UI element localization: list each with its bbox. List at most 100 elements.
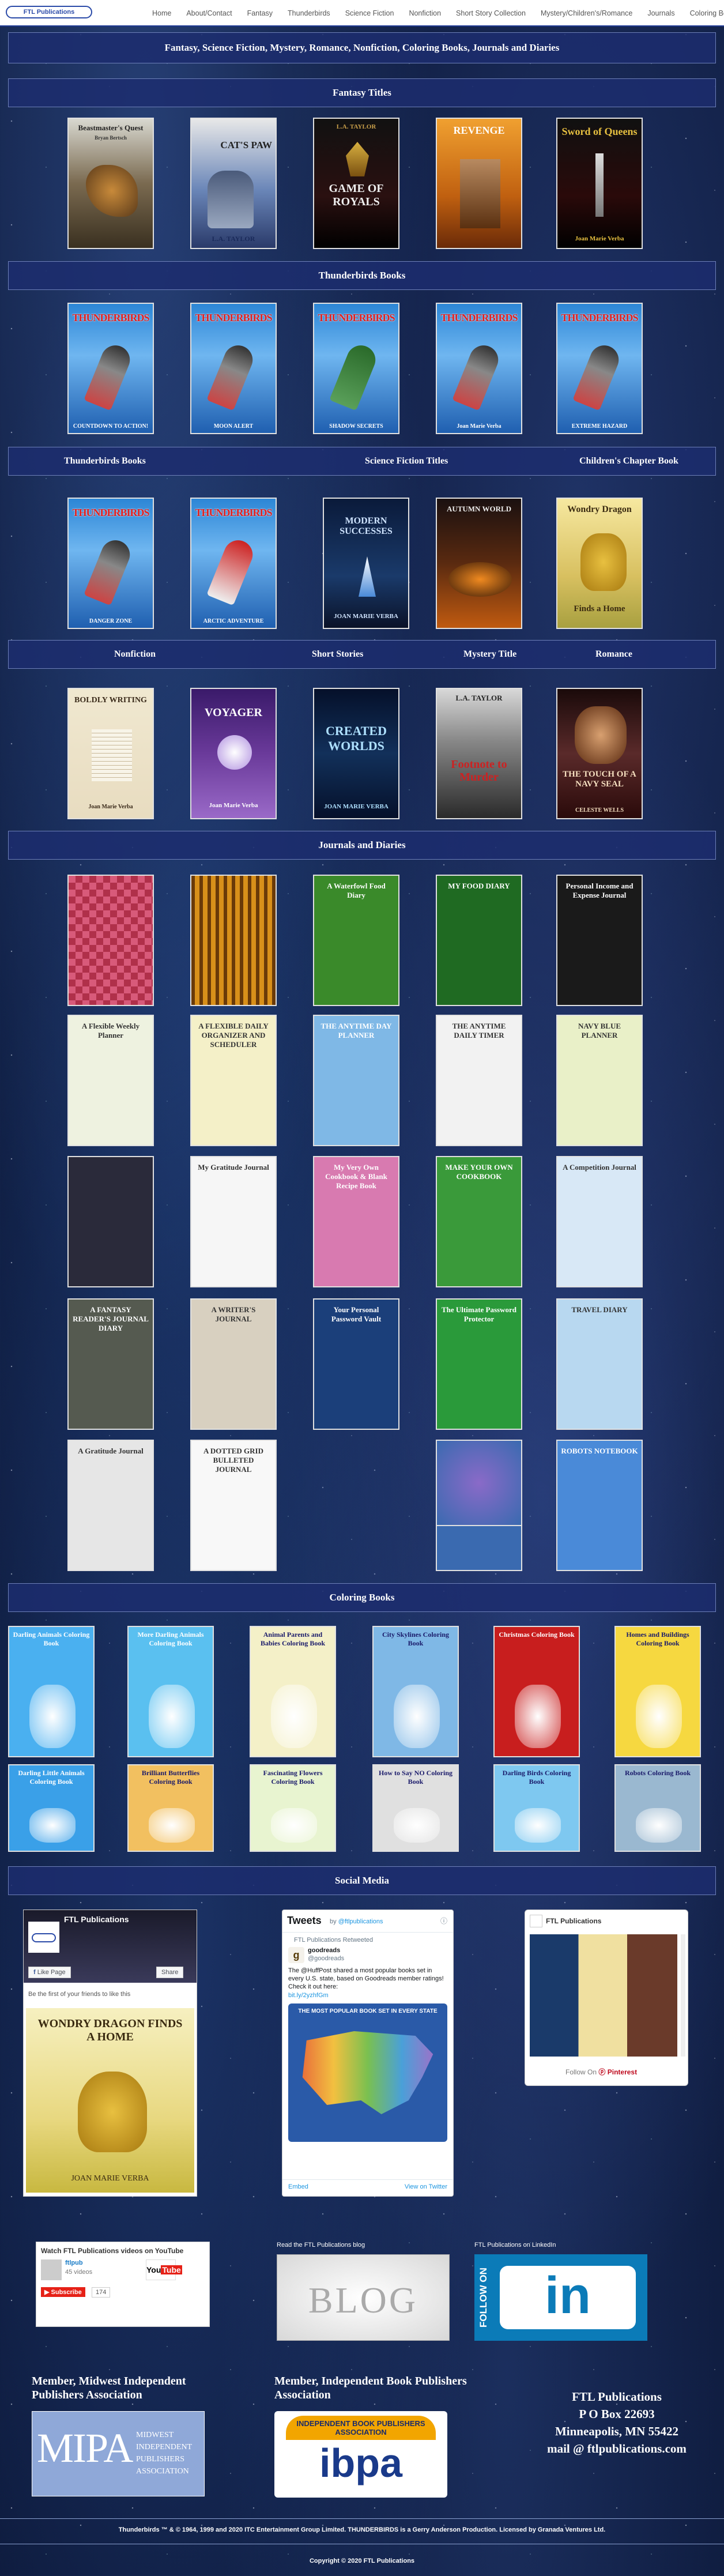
- journal-cover[interactable]: Your Personal Password Vault: [313, 1298, 399, 1430]
- journal-cover[interactable]: A FLEXIBLE DAILY ORGANIZER AND SCHEDULER: [190, 1015, 277, 1146]
- view-on-twitter-link[interactable]: View on Twitter: [405, 2183, 447, 2190]
- scrollbar[interactable]: [681, 1934, 685, 2057]
- book-cover[interactable]: THUNDERBIRDS Joan Marie Verba: [436, 303, 522, 434]
- book-cover[interactable]: AUTUMN WORLD: [436, 498, 522, 629]
- coloring-book-cover[interactable]: Christmas Coloring Book: [493, 1626, 580, 1757]
- twitter-handle-link[interactable]: @ftlpublications: [338, 1918, 383, 1925]
- nav-mystery[interactable]: Mystery/Children's/Romance: [541, 9, 632, 17]
- mipa-logo[interactable]: MIPA MIDWEST INDEPENDENT PUBLISHERS ASSOCIA…: [32, 2411, 205, 2496]
- journal-cover[interactable]: MY FOOD DIARY: [436, 875, 522, 1006]
- journal-cover[interactable]: Personal Income and Expense Journal: [556, 875, 643, 1006]
- subscribe-button[interactable]: ▶ Subscribe: [41, 2287, 85, 2297]
- journal-cover[interactable]: A DOTTED GRID BULLETED JOURNAL: [190, 1440, 277, 1571]
- top-nav: FTL Publications Home About/Contact Fant…: [0, 0, 724, 27]
- journal-cover[interactable]: [67, 875, 154, 1006]
- fb-like-button[interactable]: f Like Page: [28, 1967, 71, 1978]
- coloring-book-cover[interactable]: Robots Coloring Book: [614, 1764, 701, 1852]
- dragon-illustration: [78, 2072, 147, 2152]
- book-cover[interactable]: THUNDERBIRDS EXTREME HAZARD: [556, 303, 643, 434]
- section-header-row3: Thunderbirds Books Science Fiction Title…: [8, 447, 716, 476]
- section-header-row4: Nonfiction Short Stories Mystery Title R…: [8, 640, 716, 669]
- journal-cover[interactable]: A Competition Journal: [556, 1156, 643, 1287]
- journal-cover[interactable]: A FANTASY READER'S JOURNAL DIARY: [67, 1298, 154, 1430]
- book-cover[interactable]: THUNDERBIRDS ARCTIC ADVENTURE: [190, 498, 277, 629]
- book-cover[interactable]: THUNDERBIRDS COUNTDOWN TO ACTION!: [67, 303, 154, 434]
- book-cover[interactable]: REVENGE: [436, 118, 522, 249]
- embed-link[interactable]: Embed: [288, 2183, 308, 2190]
- site-banner: Fantasy, Science Fiction, Mystery, Roman…: [8, 32, 716, 63]
- journal-cover[interactable]: ROBOTS NOTEBOOK: [556, 1440, 643, 1571]
- journal-cover[interactable]: My Very Own Cookbook & Blank Recipe Book: [313, 1156, 399, 1287]
- book-cover[interactable]: CAT'S PAW L.A. TAYLOR: [190, 118, 277, 249]
- coloring-book-cover[interactable]: How to Say NO Coloring Book: [372, 1764, 459, 1852]
- tweet-link[interactable]: bit.ly/2yzhfGm: [288, 1992, 329, 1999]
- twitter-widget: Tweets by @ftlpublications ⓘ FTL Publica…: [282, 1910, 454, 2197]
- journal-cover[interactable]: A Flexible Weekly Planner: [67, 1015, 154, 1146]
- coloring-book-cover[interactable]: City Skylines Coloring Book: [372, 1626, 459, 1757]
- blog-link[interactable]: BLOG: [277, 2254, 450, 2341]
- journal-cover[interactable]: THE ANYTIME DAILY TIMER: [436, 1015, 522, 1146]
- book-cover[interactable]: Sword of Queens Joan Marie Verba: [556, 118, 643, 249]
- book-cover[interactable]: VOYAGER Joan Marie Verba: [190, 688, 277, 819]
- coloring-book-cover[interactable]: Homes and Buildings Coloring Book: [614, 1626, 701, 1757]
- fb-post-image[interactable]: WONDRY DRAGON FINDS A HOME JOAN MARIE VE…: [26, 2008, 194, 2193]
- journal-cover[interactable]: A WRITER'S JOURNAL: [190, 1298, 277, 1430]
- contact-email[interactable]: mail @ ftlpublications.com: [513, 2440, 721, 2457]
- journal-cover[interactable]: [190, 875, 277, 1006]
- tweet-image[interactable]: THE MOST POPULAR BOOK SET IN EVERY STATE: [288, 2003, 447, 2142]
- nav-about[interactable]: About/Contact: [186, 9, 232, 17]
- book-cover[interactable]: MODERN SUCCESSES JOAN MARIE VERBA: [323, 498, 409, 629]
- journal-cover[interactable]: My Gratitude Journal: [190, 1156, 277, 1287]
- coloring-book-cover[interactable]: Darling Little Animals Coloring Book: [8, 1764, 95, 1852]
- book-cover[interactable]: L.A. TAYLOR Footnote to Murder: [436, 688, 522, 819]
- book-cover[interactable]: Wondry Dragon Finds a Home: [556, 498, 643, 629]
- book-cover[interactable]: BOLDLY WRITING Joan Marie Verba: [67, 688, 154, 819]
- coloring-book-cover[interactable]: Darling Animals Coloring Book: [8, 1626, 95, 1757]
- nav-scifi[interactable]: Science Fiction: [345, 9, 394, 17]
- journal-cover[interactable]: MAKE YOUR OWN COOKBOOK: [436, 1156, 522, 1287]
- journal-cover[interactable]: The Ultimate Password Protector: [436, 1298, 522, 1430]
- fb-share-button[interactable]: Share: [156, 1967, 184, 1978]
- youtube-icon: ▶: [44, 2289, 51, 2296]
- coloring-book-cover[interactable]: Fascinating Flowers Coloring Book: [250, 1764, 336, 1852]
- site-logo[interactable]: FTL Publications: [6, 6, 92, 18]
- journal-cover[interactable]: A Waterfowl Food Diary: [313, 875, 399, 1006]
- journal-cover[interactable]: TRAVEL DIARY: [556, 1298, 643, 1430]
- book-cover[interactable]: THUNDERBIRDS DANGER ZONE: [67, 498, 154, 629]
- journal-cover[interactable]: A Gratitude Journal: [67, 1440, 154, 1571]
- journal-cover[interactable]: NAVY BLUE PLANNER: [556, 1015, 643, 1146]
- pinterest-board[interactable]: [530, 1934, 677, 2057]
- linkedin-link[interactable]: FOLLOW ON in: [474, 2254, 647, 2341]
- book-cover[interactable]: THUNDERBIRDS MOON ALERT: [190, 303, 277, 434]
- nav-fantasy[interactable]: Fantasy: [247, 9, 273, 17]
- youtube-logo[interactable]: You Tube: [146, 2259, 182, 2280]
- nav-short-story[interactable]: Short Story Collection: [456, 9, 526, 17]
- goodreads-icon: g: [288, 1947, 304, 1963]
- fb-page-name[interactable]: FTL Publications: [64, 1915, 129, 1924]
- nav-thunderbirds[interactable]: Thunderbirds: [288, 9, 330, 17]
- facebook-widget: FTL Publications f Like Page Share Be th…: [23, 1910, 197, 2197]
- book-cover[interactable]: Beastmaster's Quest Bryan Bertsch: [67, 118, 154, 249]
- nav-coloring[interactable]: Coloring Books: [690, 9, 724, 17]
- journal-cover[interactable]: [436, 1440, 522, 1526]
- book-cover[interactable]: L.A. TAYLOR GAME OF ROYALS: [313, 118, 399, 249]
- coloring-book-cover[interactable]: Brilliant Butterflies Coloring Book: [127, 1764, 214, 1852]
- pinterest-icon: ⓟ: [598, 2068, 606, 2076]
- coloring-book-cover[interactable]: Darling Birds Coloring Book: [493, 1764, 580, 1852]
- avatar: [530, 1915, 542, 1927]
- journal-cover[interactable]: THE ANYTIME DAY PLANNER: [313, 1015, 399, 1146]
- info-icon[interactable]: ⓘ: [440, 1916, 447, 1926]
- nav-journals[interactable]: Journals: [647, 9, 674, 17]
- nav-home[interactable]: Home: [152, 9, 171, 17]
- section-header-coloring: Coloring Books: [8, 1583, 716, 1612]
- book-cover[interactable]: CREATED WORLDS JOAN MARIE VERBA: [313, 688, 399, 819]
- trademark-notice: Thunderbirds ™ & © 1964, 1999 and 2020 I…: [118, 2526, 606, 2533]
- coloring-book-cover[interactable]: Animal Parents and Babies Coloring Book: [250, 1626, 336, 1757]
- journal-cover[interactable]: [67, 1156, 154, 1287]
- nav-nonfiction[interactable]: Nonfiction: [409, 9, 441, 17]
- us-map-illustration: [302, 2031, 433, 2114]
- book-cover[interactable]: THUNDERBIRDS SHADOW SECRETS: [313, 303, 399, 434]
- book-cover[interactable]: THE TOUCH OF A NAVY SEAL CELESTE WELLS: [556, 688, 643, 819]
- coloring-book-cover[interactable]: More Darling Animals Coloring Book: [127, 1626, 214, 1757]
- ibpa-logo[interactable]: INDEPENDENT BOOK PUBLISHERS ASSOCIATION …: [274, 2411, 447, 2498]
